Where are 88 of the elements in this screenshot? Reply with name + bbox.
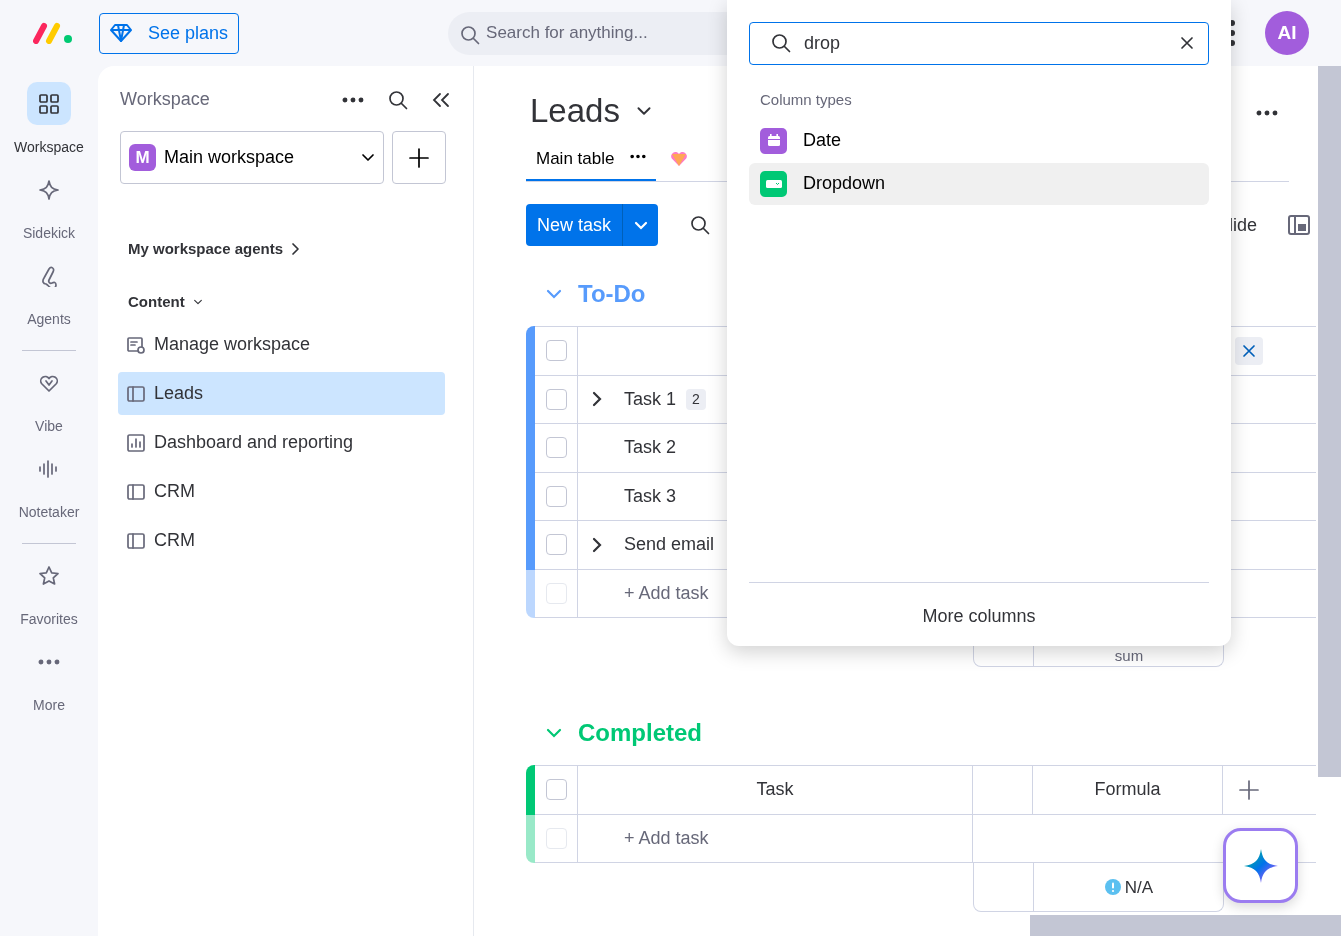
workspace-nav-item[interactable]: Leads: [118, 372, 445, 415]
rail-nav-item[interactable]: More: [0, 640, 98, 716]
summary-value: N/A: [1124, 878, 1154, 896]
panel-title: Workspace: [120, 88, 211, 111]
more-columns-link[interactable]: More columns: [922, 606, 1036, 626]
tab-more-icon: [630, 153, 647, 159]
board-icon: [126, 383, 146, 404]
chevron-down-icon: [546, 289, 562, 299]
chevron-down-icon: [546, 728, 562, 738]
diamond-icon: [110, 23, 132, 43]
board-icon: [126, 481, 146, 502]
row-checkbox[interactable]: [545, 485, 567, 507]
add-task-link[interactable]: + Add task: [624, 579, 709, 607]
board-settings-icon: [126, 334, 146, 355]
sidekick-button[interactable]: [1223, 828, 1298, 903]
workspace-nav-item[interactable]: CRM: [118, 519, 445, 562]
dropdown-field-icon: [765, 179, 782, 188]
sparkle-icon: [38, 178, 60, 201]
toolbar-search-icon: [690, 215, 711, 235]
see-plans-button[interactable]: See plans: [99, 12, 240, 54]
workspace-nav-item[interactable]: CRM: [118, 470, 445, 513]
workspace-dropdown[interactable]: M Main workspace: [120, 131, 384, 184]
search-icon: [771, 33, 791, 53]
row-checkbox[interactable]: [545, 388, 567, 410]
user-avatar[interactable]: AI: [1265, 11, 1309, 55]
workspace-nav-item[interactable]: Manage workspace: [118, 323, 445, 366]
row-checkbox[interactable]: [545, 340, 567, 362]
expand-icon[interactable]: [592, 391, 602, 408]
clear-icon: [1180, 36, 1194, 50]
expand-icon[interactable]: [592, 536, 602, 553]
add-column-icon: [1238, 778, 1260, 801]
chevron-right-icon: [291, 242, 301, 257]
logo-icon: [33, 22, 75, 44]
rail-nav-item[interactable]: Agents: [0, 254, 98, 330]
calendar-icon: [766, 134, 781, 147]
row-checkbox[interactable]: [545, 437, 567, 459]
column-type-option[interactable]: Date: [749, 119, 1209, 162]
content-section-toggle[interactable]: Content: [128, 290, 185, 313]
rail-nav-item[interactable]: Vibe: [0, 361, 98, 437]
chevron-down-icon: [192, 298, 203, 305]
rail-nav-item[interactable]: Notetaker: [0, 447, 98, 523]
add-button[interactable]: [392, 131, 446, 184]
add-row-bar: [526, 569, 535, 618]
column-type-option[interactable]: Dropdown: [749, 162, 1209, 205]
board-tab[interactable]: Main table: [526, 145, 657, 181]
row-checkbox[interactable]: [545, 534, 567, 556]
chevron-down-icon: [633, 220, 648, 230]
chevron-down-icon: [635, 105, 652, 116]
rail-nav-item[interactable]: Workspace: [0, 82, 98, 158]
board-icon: [126, 530, 146, 551]
search-icon: [388, 89, 408, 110]
task-name[interactable]: Task 1: [624, 385, 677, 413]
workspace-nav-item[interactable]: Dashboard and reporting: [118, 421, 445, 464]
heart-icon: [670, 151, 689, 167]
collapse-icon[interactable]: [432, 91, 450, 108]
task-name[interactable]: Send email: [624, 531, 715, 559]
column-search-field[interactable]: drop: [749, 22, 1209, 65]
section-heading: Column types: [760, 90, 853, 110]
row-checkbox[interactable]: [545, 779, 567, 801]
horizontal-scrollbar[interactable]: [1030, 915, 1341, 936]
rail-nav-item[interactable]: Favorites: [0, 554, 98, 630]
close-button[interactable]: [1235, 336, 1263, 365]
plus-icon: [408, 146, 430, 169]
board-title: Leads: [530, 91, 620, 131]
column-header: Formula: [1094, 778, 1161, 802]
group-toggle[interactable]: [546, 728, 562, 738]
info-icon: [1104, 879, 1121, 895]
column-header: Task: [756, 778, 794, 802]
group-toggle[interactable]: [546, 289, 562, 299]
dashboard-icon: [126, 432, 146, 453]
add-task-link[interactable]: + Add task: [624, 824, 709, 852]
board-more-icon: [1256, 110, 1278, 116]
task-name[interactable]: Task 3: [624, 482, 677, 510]
grid-icon: [38, 92, 60, 115]
workspace-avatar: M: [129, 144, 156, 171]
star-icon: [38, 564, 60, 587]
add-row-bar: [526, 814, 535, 863]
rail-nav-item[interactable]: Sidekick: [0, 168, 98, 244]
chevron-down-icon: [361, 153, 375, 162]
more-icon: [38, 658, 60, 665]
agents-link[interactable]: My workspace agents: [128, 238, 284, 261]
subitem-count: 2: [686, 388, 706, 410]
summary-value: sum: [1114, 648, 1144, 663]
more-icon: [342, 96, 364, 103]
side-panel-icon[interactable]: [1288, 215, 1311, 235]
close-icon: [1242, 343, 1256, 358]
vertical-scrollbar[interactable]: [1318, 66, 1341, 777]
task-name[interactable]: Task 2: [624, 434, 677, 462]
